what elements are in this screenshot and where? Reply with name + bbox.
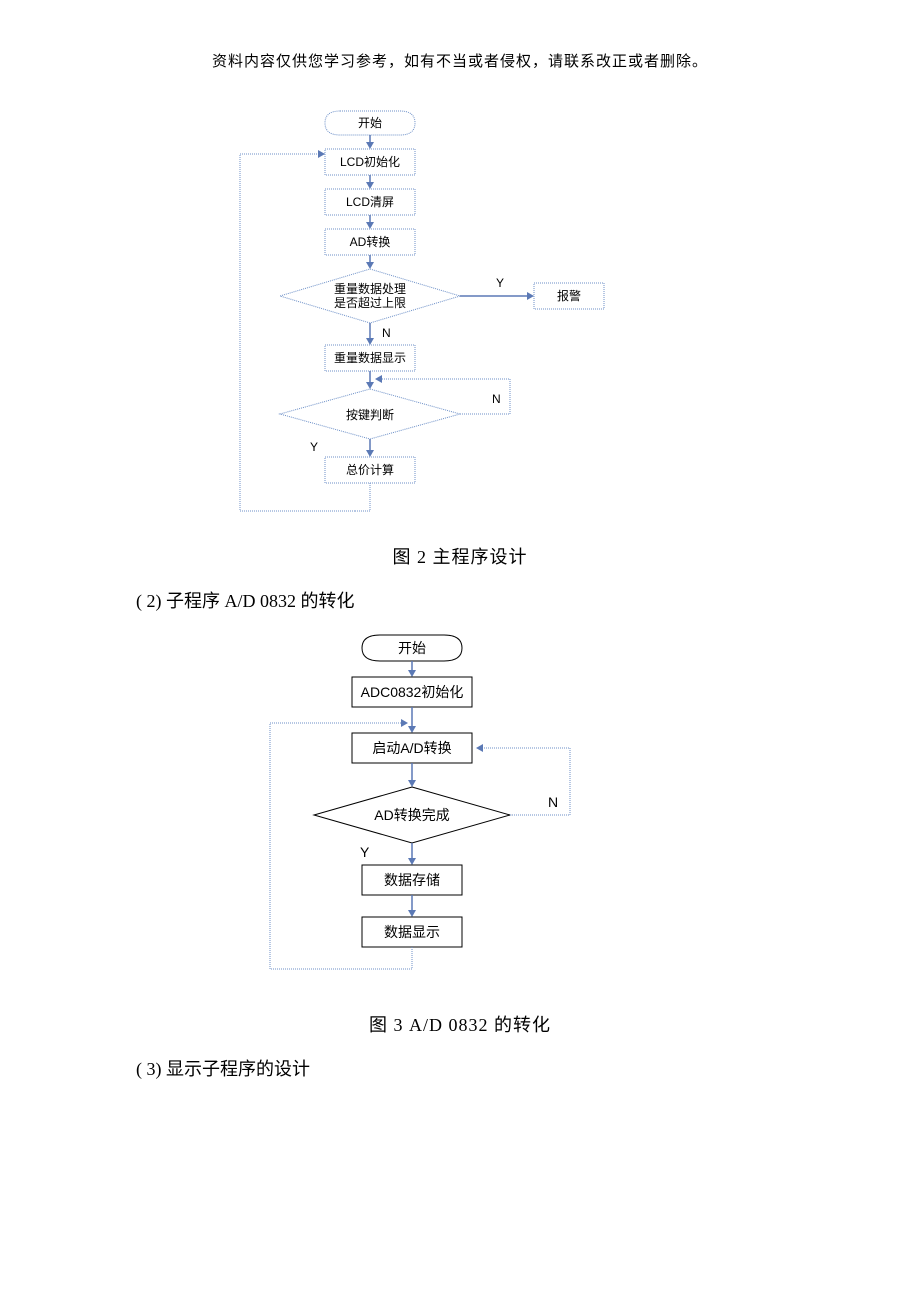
node-key-check: 按键判断 — [346, 407, 394, 422]
document-page: 资料内容仅供您学习参考，如有不当或者侵权，请联系改正或者删除。 开始 LCD初始… — [0, 0, 920, 1197]
node2-start-ad: 启动A/D转换 — [372, 740, 451, 756]
node-alarm: 报警 — [557, 288, 581, 303]
node-total-calc: 总价计算 — [346, 462, 394, 477]
node-lcd-clear: LCD清屏 — [346, 195, 394, 209]
node-weight-display: 重量数据显示 — [334, 350, 406, 365]
flowchart-main-program: 开始 LCD初始化 LCD清屏 AD转换 重量数据处理 — [210, 101, 710, 531]
node-weight-line1: 重量数据处理 — [334, 281, 406, 296]
label2-n: N — [548, 794, 558, 810]
label-y-key: Y — [310, 440, 318, 454]
label2-y: Y — [360, 844, 370, 860]
node2-ad-done: AD转换完成 — [374, 807, 449, 823]
node2-start: 开始 — [398, 640, 426, 656]
node2-data-store: 数据存储 — [384, 872, 440, 888]
node-weight-line2: 是否超过上限 — [334, 295, 406, 310]
flowchart-ad0832: 开始 ADC0832初始化 启动A/D转换 AD转换完成 N — [210, 629, 710, 999]
node-start: 开始 — [358, 116, 382, 130]
label-y-alarm: Y — [496, 276, 504, 290]
node-lcd-init: LCD初始化 — [340, 155, 400, 169]
node2-adc-init: ADC0832初始化 — [361, 684, 464, 700]
caption-fig3: 图 3 A/D 0832 的转化 — [0, 1011, 920, 1037]
section-2-heading: ( 2) 子程序 A/D 0832 的转化 — [136, 587, 920, 613]
node-ad-convert: AD转换 — [350, 234, 391, 249]
label-n-weight: N — [382, 326, 391, 340]
caption-fig2: 图 2 主程序设计 — [0, 543, 920, 569]
header-note: 资料内容仅供您学习参考，如有不当或者侵权，请联系改正或者删除。 — [0, 50, 920, 71]
label-n-key: N — [492, 392, 501, 406]
node2-data-display: 数据显示 — [384, 924, 440, 940]
section-3-heading: ( 3) 显示子程序的设计 — [136, 1055, 920, 1081]
